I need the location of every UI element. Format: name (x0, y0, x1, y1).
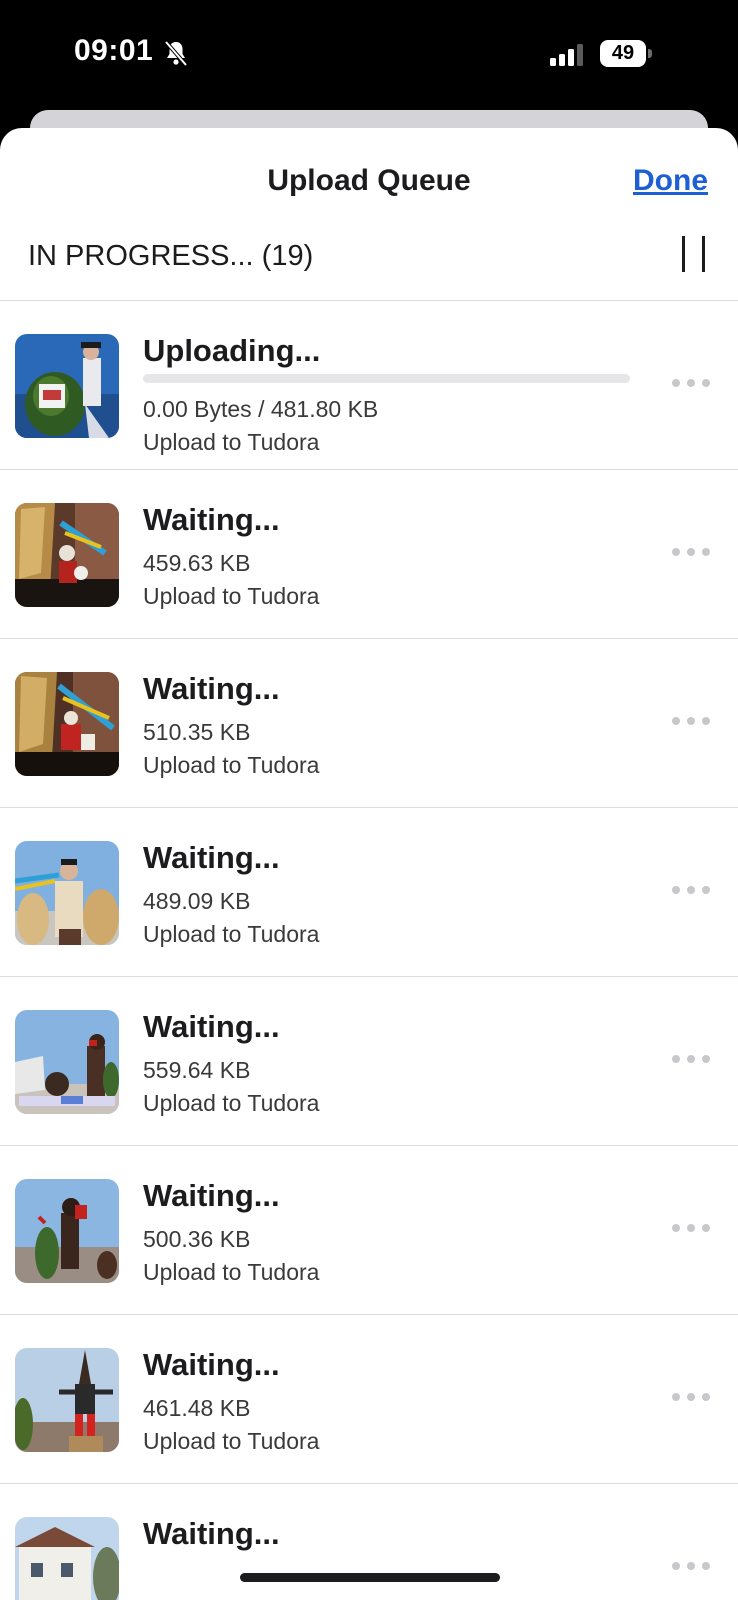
status-bar: 09:01 49 (0, 0, 738, 110)
item-destination: Upload to Tudora (143, 1259, 320, 1285)
item-size: 510.35 KB (143, 719, 251, 745)
item-status: Waiting... (143, 1347, 280, 1382)
photo-thumbnail (15, 1517, 119, 1600)
queue-item[interactable]: Waiting... 510.35 KB Upload to Tudora (0, 639, 738, 808)
done-button[interactable]: Done (633, 164, 708, 198)
more-options-icon[interactable] (672, 1055, 712, 1065)
item-status: Waiting... (143, 840, 280, 875)
photo-thumbnail (15, 334, 119, 438)
queue-item[interactable]: Uploading... 0.00 Bytes / 481.80 KB Uplo… (0, 301, 738, 470)
item-status: Waiting... (143, 502, 280, 537)
status-time: 09:01 (74, 34, 154, 67)
item-destination: Upload to Tudora (143, 429, 320, 455)
more-options-icon[interactable] (672, 717, 712, 727)
queue-item[interactable]: Waiting... 459.63 KB Upload to Tudora (0, 470, 738, 639)
home-indicator[interactable] (240, 1573, 500, 1582)
queue-item[interactable]: Waiting... 489.09 KB Upload to Tudora (0, 808, 738, 977)
item-status: Uploading... (143, 333, 321, 368)
item-status: Waiting... (143, 1009, 280, 1044)
battery-tip (648, 49, 652, 58)
queue-item[interactable]: Waiting... (0, 1484, 738, 1600)
item-destination: Upload to Tudora (143, 1090, 320, 1116)
sheet-title: Upload Queue (267, 164, 471, 197)
item-status: Waiting... (143, 671, 280, 706)
item-status: Waiting... (143, 1516, 280, 1551)
bell-slash-icon (164, 40, 188, 67)
item-size: 461.48 KB (143, 1395, 251, 1421)
photo-thumbnail (15, 1179, 119, 1283)
item-size: 559.64 KB (143, 1057, 251, 1083)
upload-queue-sheet: Upload Queue Done IN PROGRESS... (19) Up… (0, 128, 738, 1600)
item-destination: Upload to Tudora (143, 583, 320, 609)
section-header: IN PROGRESS... (19) (0, 236, 738, 301)
item-size: 0.00 Bytes / 481.80 KB (143, 396, 379, 422)
cellular-signal-icon (550, 44, 583, 66)
sheet-header: Upload Queue Done (0, 128, 738, 236)
queue-item[interactable]: Waiting... 500.36 KB Upload to Tudora (0, 1146, 738, 1315)
item-destination: Upload to Tudora (143, 921, 320, 947)
photo-thumbnail (15, 672, 119, 776)
photo-thumbnail (15, 1010, 119, 1114)
item-size: 500.36 KB (143, 1226, 251, 1252)
queue-item[interactable]: Waiting... 559.64 KB Upload to Tudora (0, 977, 738, 1146)
item-status: Waiting... (143, 1178, 280, 1213)
more-options-icon[interactable] (672, 1224, 712, 1234)
queue-list: Uploading... 0.00 Bytes / 481.80 KB Uplo… (0, 301, 738, 1600)
section-label: IN PROGRESS... (19) (28, 240, 314, 272)
item-destination: Upload to Tudora (143, 1428, 320, 1454)
more-options-icon[interactable] (672, 1393, 712, 1403)
more-options-icon[interactable] (672, 548, 712, 558)
photo-thumbnail (15, 841, 119, 945)
photo-thumbnail (15, 503, 119, 607)
more-options-icon[interactable] (672, 1562, 712, 1572)
battery-indicator: 49 (600, 40, 652, 67)
battery-level: 49 (600, 40, 646, 67)
pause-icon[interactable] (680, 236, 708, 272)
item-destination: Upload to Tudora (143, 752, 320, 778)
queue-item[interactable]: Waiting... 461.48 KB Upload to Tudora (0, 1315, 738, 1484)
photo-thumbnail (15, 1348, 119, 1452)
more-options-icon[interactable] (672, 379, 712, 389)
item-size: 459.63 KB (143, 550, 251, 576)
more-options-icon[interactable] (672, 886, 712, 896)
item-size: 489.09 KB (143, 888, 251, 914)
upload-progress-bar (143, 374, 630, 383)
